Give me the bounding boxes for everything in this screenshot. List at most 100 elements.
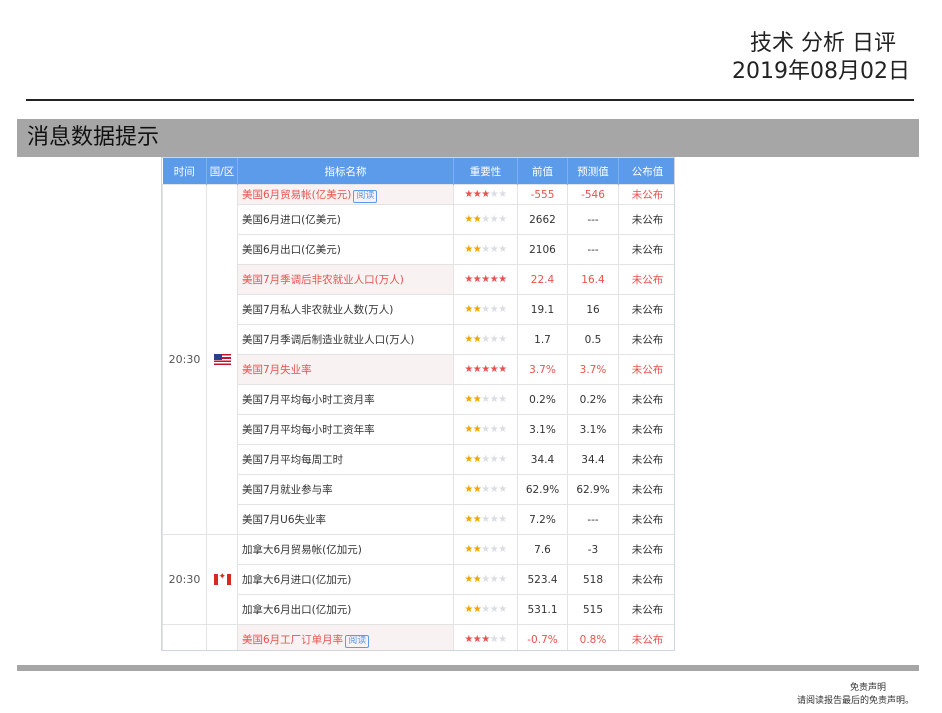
table-row[interactable]: 美国7月私人非农就业人数(万人) ★★★★★ 19.1 16 未公布 [163,294,674,325]
importance-stars: ★★★★★ [453,324,518,355]
importance-stars: ★★★★★ [453,234,518,265]
table-row[interactable]: 20:30加拿大6月贸易帐(亿加元)★★★★★7.6-3未公布 [162,534,674,625]
star-icon: ★ [489,514,499,525]
previous-value: 7.2% [517,504,568,535]
indicator-name-cell[interactable]: 美国7月就业参与率 [237,474,454,505]
table-row[interactable]: 加拿大6月出口(亿加元) ★★★★★ 531.1 515 未公布 [163,594,674,625]
actual-value: 未公布 [618,294,674,325]
table-row[interactable]: 美国6月出口(亿美元) ★★★★★ 2106 --- 未公布 [163,234,674,265]
star-icon: ★ [472,394,482,405]
star-icon: ★ [472,424,482,435]
indicator-name[interactable]: 美国7月私人非农就业人数(万人) [242,304,393,316]
indicator-name[interactable]: 美国7月就业参与率 [242,484,333,496]
disclaimer-title: 免责声明 [849,683,886,693]
indicator-name[interactable]: 美国7月平均每小时工资年率 [242,424,375,436]
indicator-name[interactable]: 美国7月平均每周工时 [242,454,343,466]
indicator-name-cell[interactable]: 加拿大6月贸易帐(亿加元) [237,534,454,565]
footer-divider [17,665,919,671]
table-row[interactable]: 美国7月就业参与率 ★★★★★ 62.9% 62.9% 未公布 [163,474,674,505]
indicator-name-cell[interactable]: 美国7月平均每周工时 [237,444,454,475]
star-icon: ★ [489,604,499,615]
indicator-name-cell[interactable]: 加拿大6月出口(亿加元) [237,594,454,625]
star-icon: ★ [472,189,482,200]
forecast-value: 0.8% [567,624,619,650]
indicator-name[interactable]: 美国6月进口(亿美元) [242,214,341,226]
star-icon: ★ [464,364,473,375]
indicator-name[interactable]: 美国7月季调后非农就业人口(万人) [242,274,404,286]
table-row[interactable]: 美国6月工厂订单月率 阅读 ★★★★★ -0.7% 0.8% 未公布 [162,624,674,650]
indicator-name[interactable]: 美国7月U6失业率 [242,514,326,526]
indicator-name-cell[interactable]: 美国6月进口(亿美元) [237,204,454,235]
indicator-name-cell[interactable]: 美国6月出口(亿美元) [237,234,454,265]
forecast-value: --- [567,234,619,265]
importance-stars: ★★★★★ [453,444,518,475]
forecast-value: 16 [567,294,619,325]
indicator-name-cell[interactable]: 美国7月平均每小时工资年率 [237,414,454,445]
col-header-region[interactable]: 国/区 [206,158,238,185]
col-header-importance[interactable]: 重要性 [453,158,518,185]
indicator-name[interactable]: 美国6月出口(亿美元) [242,244,341,256]
actual-value: 未公布 [618,624,674,650]
star-icon: ★ [498,364,507,375]
indicator-name-cell[interactable]: 美国7月季调后制造业就业人口(万人) [237,324,454,355]
indicator-name-cell[interactable]: 美国7月失业率 [237,354,454,385]
col-header-time[interactable]: 时间 [162,158,207,185]
star-icon: ★ [464,334,473,345]
indicator-name[interactable]: 美国6月贸易帐(亿美元) [242,189,351,201]
previous-value: 2106 [517,234,568,265]
table-row[interactable]: 美国7月平均每周工时 ★★★★★ 34.4 34.4 未公布 [163,444,674,475]
indicator-name-cell[interactable]: 美国6月贸易帐(亿美元) 阅读 [237,184,454,205]
star-icon: ★ [481,244,490,255]
col-header-indicator[interactable]: 指标名称 [237,158,454,185]
table-row[interactable]: 美国7月季调后制造业就业人口(万人) ★★★★★ 1.7 0.5 未公布 [163,324,674,355]
indicator-name[interactable]: 加拿大6月进口(亿加元) [242,574,351,586]
indicator-name[interactable]: 美国6月工厂订单月率 [242,634,343,646]
economic-calendar-table[interactable]: 时间 国/区 指标名称 重要性 前值 预测值 公布值 20:30 美国6月贸易帐(… [161,157,675,651]
indicator-name-cell[interactable]: 加拿大6月进口(亿加元) [237,564,454,595]
table-row[interactable]: 美国6月进口(亿美元) ★★★★★ 2662 --- 未公布 [163,204,674,235]
star-icon: ★ [472,244,482,255]
star-icon: ★ [464,424,473,435]
indicator-name[interactable]: 美国7月平均每小时工资月率 [242,394,375,406]
star-icon: ★ [489,304,499,315]
indicator-name[interactable]: 美国7月失业率 [242,364,312,376]
forecast-value: 16.4 [567,264,619,295]
star-icon: ★ [498,244,507,255]
star-icon: ★ [472,634,482,645]
indicator-name-cell[interactable]: 美国7月U6失业率 [237,504,454,535]
indicator-name-cell[interactable]: 美国6月工厂订单月率 阅读 [237,624,454,650]
table-row[interactable]: 美国7月平均每小时工资月率 ★★★★★ 0.2% 0.2% 未公布 [163,384,674,415]
previous-value: -555 [517,184,568,205]
read-badge[interactable]: 阅读 [345,634,370,648]
table-row[interactable]: 20:30 美国6月贸易帐(亿美元) 阅读 ★★★★★ -555 -546 未公布 [162,184,674,535]
col-header-previous[interactable]: 前值 [517,158,568,185]
indicator-name[interactable]: 加拿大6月贸易帐(亿加元) [242,544,362,556]
table-row[interactable]: 美国7月平均每小时工资年率 ★★★★★ 3.1% 3.1% 未公布 [163,414,674,445]
indicator-name[interactable]: 美国7月季调后制造业就业人口(万人) [242,334,414,346]
indicator-name-cell[interactable]: 美国7月平均每小时工资月率 [237,384,454,415]
star-icon: ★ [472,454,482,465]
star-icon: ★ [489,214,499,225]
col-header-forecast[interactable]: 预测值 [567,158,619,185]
table-row[interactable]: 美国7月季调后非农就业人口(万人) ★★★★★ 22.4 16.4 未公布 [163,264,674,295]
indicator-name[interactable]: 加拿大6月出口(亿加元) [242,604,351,616]
indicator-name-cell[interactable]: 美国7月私人非农就业人数(万人) [237,294,454,325]
actual-value: 未公布 [618,444,674,475]
star-icon: ★ [464,304,473,315]
table-row[interactable]: 美国7月U6失业率 ★★★★★ 7.2% --- 未公布 [163,504,674,535]
table-row[interactable]: 美国7月失业率 ★★★★★ 3.7% 3.7% 未公布 [163,354,674,385]
star-icon: ★ [489,544,499,555]
col-header-actual[interactable]: 公布值 [618,158,674,185]
read-badge[interactable]: 阅读 [353,189,378,203]
star-icon: ★ [481,484,490,495]
star-icon: ★ [472,604,482,615]
section-bar: 消息数据提示 [17,119,919,157]
star-icon: ★ [498,454,507,465]
actual-value: 未公布 [618,504,674,535]
table-row[interactable]: 加拿大6月进口(亿加元) ★★★★★ 523.4 518 未公布 [163,564,674,595]
indicator-name-cell[interactable]: 美国7月季调后非农就业人口(万人) [237,264,454,295]
forecast-value: -546 [567,184,619,205]
forecast-value: --- [567,504,619,535]
header-divider [26,99,914,101]
disclaimer-text: 请阅读报告最后的免责声明。 [796,696,914,706]
